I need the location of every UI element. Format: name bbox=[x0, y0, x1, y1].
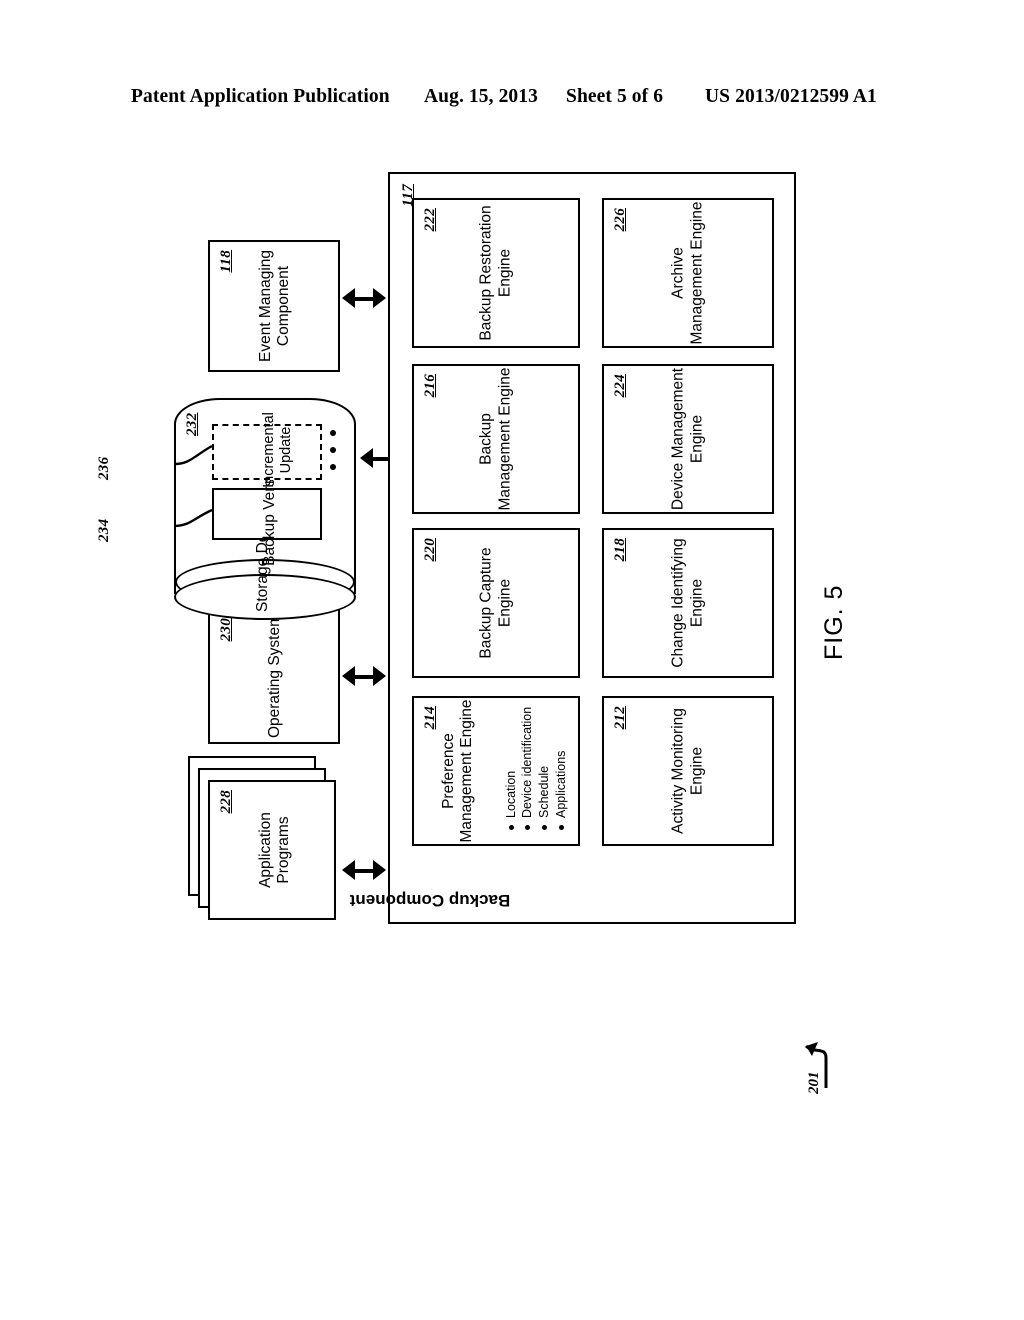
ref-224: 224 bbox=[612, 374, 628, 398]
engine-label-backup-capture: Backup Capture Engine bbox=[477, 547, 513, 659]
node-label-incremental-update: Incremental Update bbox=[261, 412, 294, 488]
ref-214: 214 bbox=[422, 706, 438, 730]
bullet-schedule: Schedule bbox=[536, 707, 553, 832]
ref-201: 201 bbox=[806, 1071, 822, 1095]
sheet-number: Sheet 5 of 6 bbox=[566, 86, 664, 107]
engine-device-management: Device Management Engine 224 bbox=[602, 364, 774, 514]
ellipsis-dots bbox=[330, 430, 336, 470]
ref-218: 218 bbox=[612, 538, 628, 562]
bullet-device-id: Device identification bbox=[519, 707, 536, 832]
engine-label-backup-restoration: Backup Restoration Engine bbox=[477, 205, 513, 341]
ref-226: 226 bbox=[612, 208, 628, 232]
engine-change-identifying: Change Identifying Engine 218 bbox=[602, 528, 774, 678]
callout-arrow bbox=[804, 1042, 828, 1088]
node-label-event-managing-component: Event Managing Component bbox=[257, 249, 292, 363]
node-incremental-update: Incremental Update bbox=[212, 412, 322, 488]
node-application-programs: Application Programs 228 bbox=[188, 756, 340, 920]
engine-label-activity-monitoring: Activity Monitoring Engine bbox=[669, 708, 705, 834]
node-operating-system: Operating System 230 bbox=[208, 608, 340, 744]
engine-label-preference-management: Preference Management Engine bbox=[440, 699, 475, 843]
backup-component-title: Backup Component bbox=[349, 891, 511, 910]
engine-activity-monitoring: Activity Monitoring Engine 212 bbox=[602, 696, 774, 846]
ref-234: 234 bbox=[96, 518, 112, 542]
engine-label-change-identifying: Change Identifying Engine bbox=[669, 538, 705, 668]
publication-title: Patent Application Publication bbox=[131, 86, 390, 107]
node-event-managing-component: Event Managing Component 118 bbox=[208, 240, 340, 372]
connector-operating-system-to-backup-component bbox=[342, 666, 386, 686]
bullet-apps: Applications bbox=[553, 707, 570, 832]
leader-lines bbox=[173, 444, 213, 528]
engine-preference-management: Preference Management Engine Location De… bbox=[412, 696, 580, 846]
figure-5-diagram: Application Programs 228 Operating Syste… bbox=[96, 150, 810, 940]
preference-bullet-list: Location Device identification Schedule … bbox=[503, 707, 571, 832]
node-label-application-programs: Application Programs bbox=[257, 812, 292, 888]
bullet-location: Location bbox=[503, 707, 520, 832]
ref-236: 236 bbox=[96, 456, 112, 480]
ref-216: 216 bbox=[422, 374, 438, 398]
engine-archive-management: Archive Management Engine 226 bbox=[602, 198, 774, 348]
ref-212: 212 bbox=[612, 706, 628, 730]
publication-date: Aug. 15, 2013 bbox=[424, 86, 538, 107]
engine-backup-capture: Backup Capture Engine 220 bbox=[412, 528, 580, 678]
patent-number: US 2013/0212599 A1 bbox=[705, 86, 877, 107]
connector-app-programs-to-backup-component bbox=[342, 860, 386, 880]
connector-event-managing-to-backup-component bbox=[342, 288, 386, 308]
stack-sheet-front: Application Programs 228 bbox=[208, 780, 336, 920]
engine-label-backup-management: Backup Management Engine bbox=[477, 367, 513, 511]
engine-backup-management: Backup Management Engine 216 bbox=[412, 364, 580, 514]
ref-228: 228 bbox=[218, 790, 234, 814]
ref-220: 220 bbox=[422, 538, 438, 562]
system-reference-callout: 201 bbox=[780, 1032, 880, 1112]
publication-header: Patent Application Publication Aug. 15, … bbox=[0, 86, 1024, 112]
ref-118: 118 bbox=[218, 250, 234, 273]
engine-label-archive-management: Archive Management Engine bbox=[669, 201, 705, 345]
engine-label-device-management: Device Management Engine bbox=[669, 367, 705, 511]
node-storage-device: Storage Device 232 Backup Version Increm… bbox=[96, 390, 360, 622]
engine-backup-restoration: Backup Restoration Engine 222 bbox=[412, 198, 580, 348]
node-backup-component: Backup Component 117 Preference Manageme… bbox=[350, 172, 796, 924]
ref-222: 222 bbox=[422, 208, 438, 232]
figure-caption: FIG. 5 bbox=[820, 584, 848, 660]
